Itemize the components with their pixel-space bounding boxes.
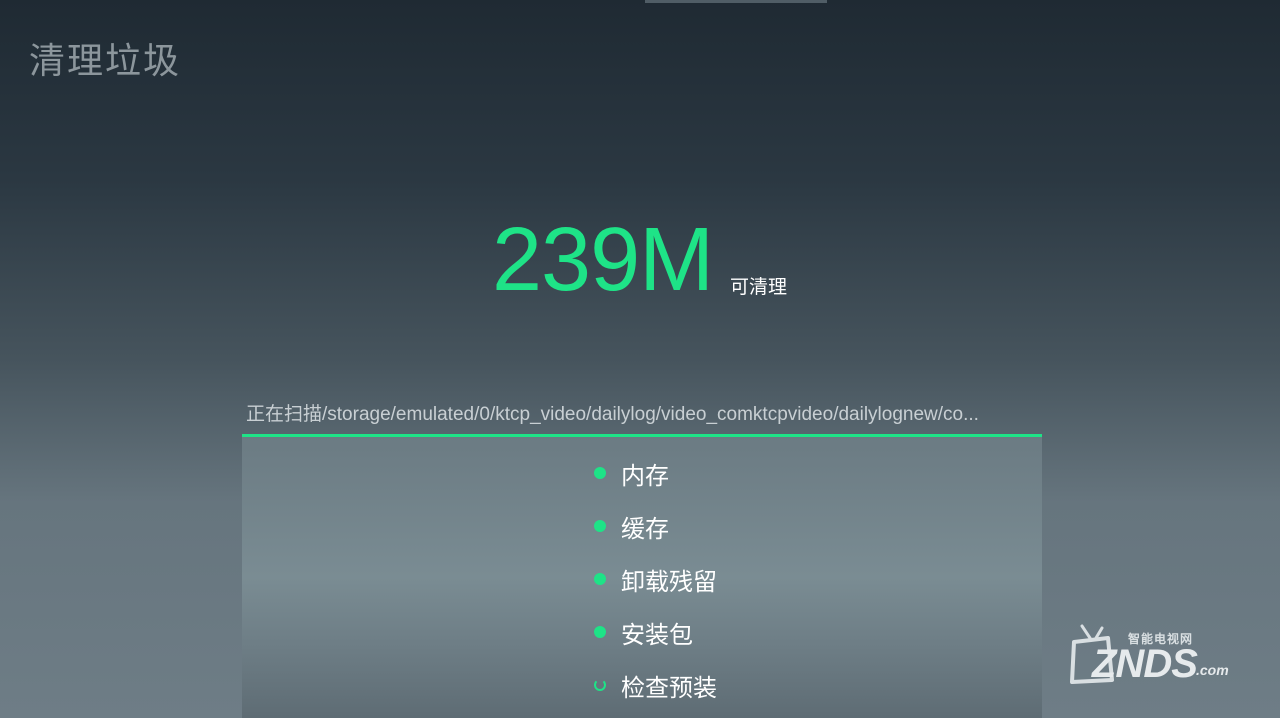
- top-edge-indicator: [645, 0, 827, 3]
- category-item-install-packages: 安装包: [594, 616, 693, 649]
- znds-watermark: 智能电视网 ZNDS .com: [1068, 620, 1238, 690]
- category-item-memory: 内存: [594, 457, 669, 490]
- category-item-cache: 缓存: [594, 510, 669, 543]
- category-label: 卸载残留: [621, 567, 717, 596]
- page-title: 清理垃圾: [29, 41, 182, 82]
- scan-status-path: 正在扫描/storage/emulated/0/ktcp_video/daily…: [246, 404, 979, 425]
- cleanable-size-suffix: 可清理: [730, 276, 788, 298]
- status-done-icon: [594, 626, 606, 638]
- category-label: 安装包: [621, 620, 693, 649]
- status-done-icon: [594, 467, 606, 479]
- category-label: 检查预装: [621, 673, 717, 702]
- category-label: 内存: [621, 461, 669, 490]
- category-item-uninstall-residue: 卸载残留: [594, 563, 717, 596]
- category-panel: 内存 缓存 卸载残留 安装包 检查预装: [242, 437, 1042, 718]
- watermark-brand: ZNDS: [1092, 642, 1198, 686]
- loading-spinner-icon: [594, 679, 606, 691]
- category-label: 缓存: [621, 514, 669, 543]
- cleanable-size-value: 239M: [492, 210, 714, 310]
- category-item-preinstalled-check: 检查预装: [594, 669, 717, 702]
- cleanable-size: 239M 可清理: [492, 210, 812, 310]
- status-done-icon: [594, 520, 606, 532]
- watermark-domain: .com: [1196, 662, 1229, 678]
- status-done-icon: [594, 573, 606, 585]
